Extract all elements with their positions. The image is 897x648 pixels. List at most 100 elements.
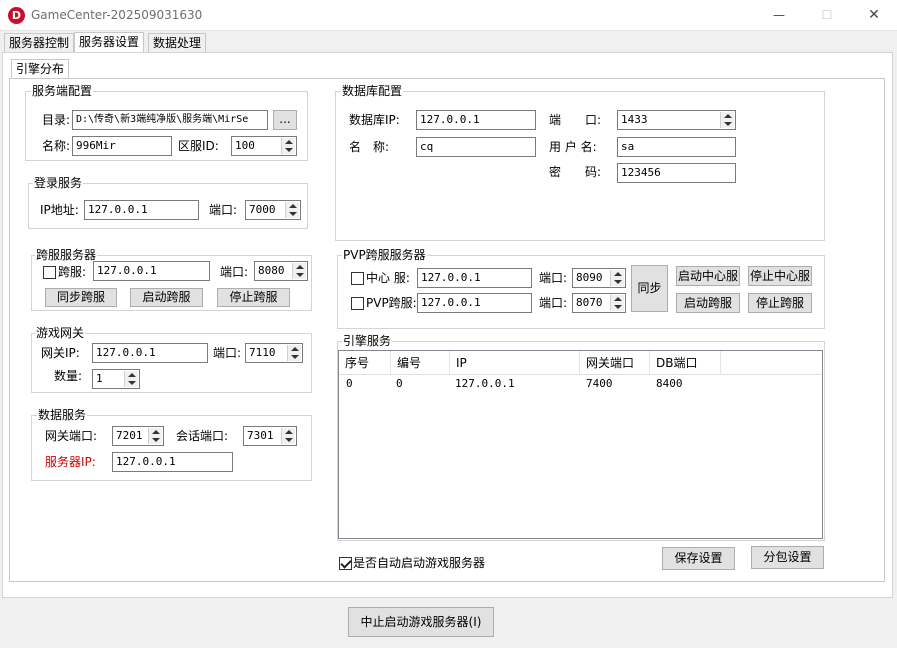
spin-arrows-icon[interactable] — [285, 202, 299, 218]
center-port-label: 端口: — [539, 271, 568, 285]
gateway-port-spinner[interactable]: 7110 — [245, 343, 303, 363]
cross-port-spinner[interactable]: 8080 — [254, 261, 308, 281]
spin-arrows-icon[interactable] — [610, 270, 624, 286]
col-header-index[interactable]: 序号 — [339, 351, 391, 375]
pvp-sync-button[interactable]: 同步 — [631, 265, 668, 312]
col-header-ip[interactable]: IP — [450, 351, 580, 375]
center-server-ip-input[interactable]: 127.0.0.1 — [417, 268, 532, 288]
tab-server-settings[interactable]: 服务器设置 — [74, 32, 145, 53]
db-user-label: 用 户 名: — [549, 140, 597, 154]
minimize-icon[interactable]: — — [766, 4, 792, 26]
save-settings-button[interactable]: 保存设置 — [662, 547, 735, 570]
login-ip-label: IP地址: — [40, 203, 79, 217]
spin-arrows-icon[interactable] — [720, 112, 734, 128]
name-label: 名称: — [42, 139, 71, 153]
gw-port-spinner[interactable]: 7201 — [112, 426, 164, 446]
db-port-spinner[interactable]: 1433 — [617, 110, 736, 130]
gateway-ip-input[interactable]: 127.0.0.1 — [92, 343, 208, 363]
gateway-count-spinner[interactable]: 1 — [92, 369, 140, 389]
login-ip-input[interactable]: 127.0.0.1 — [84, 200, 199, 220]
server-config-legend: 服务端配置 — [31, 84, 94, 98]
zone-id-spinner[interactable]: 100 — [231, 136, 297, 156]
spin-arrows-icon[interactable] — [281, 428, 295, 444]
login-port-spinner[interactable]: 7000 — [245, 200, 301, 220]
window-title: GameCenter-202509031630 — [31, 8, 203, 22]
db-user-input[interactable]: sa — [617, 137, 736, 157]
pvp-cross-checkbox[interactable] — [351, 297, 364, 310]
spin-arrows-icon[interactable] — [124, 371, 138, 387]
db-password-input[interactable]: 123456 — [617, 163, 736, 183]
engine-list-view[interactable]: 序号 编号 IP 网关端口 DB端口 0 0 127.0.0.1 7400 84… — [338, 350, 823, 539]
login-port-label: 端口: — [209, 203, 238, 217]
cross-server-legend: 跨服服务器 — [35, 248, 98, 262]
maximize-icon[interactable]: ☐ — [814, 4, 840, 26]
zone-id-value: 100 — [235, 139, 255, 152]
db-port-value: 1433 — [621, 113, 648, 126]
db-name-label: 名 称: — [349, 140, 390, 154]
col-header-gateway-port[interactable]: 网关端口 — [580, 351, 650, 375]
pvp-port-value: 8070 — [576, 296, 603, 309]
gateway-count-value: 1 — [96, 372, 103, 385]
dir-label: 目录: — [42, 113, 71, 127]
subtab-engine-distribution[interactable]: 引擎分布 — [11, 59, 70, 79]
close-icon[interactable]: ✕ — [861, 4, 887, 26]
start-pvp-cross-button[interactable]: 启动跨服 — [676, 293, 740, 313]
start-cross-button[interactable]: 启动跨服 — [130, 288, 203, 307]
db-ip-input[interactable]: 127.0.0.1 — [416, 110, 536, 130]
col-header-db-port[interactable]: DB端口 — [650, 351, 721, 375]
cell-gateway-port: 7400 — [586, 377, 613, 390]
browse-button[interactable]: ... — [273, 110, 297, 130]
gw-port-label: 网关端口: — [45, 429, 98, 443]
session-port-value: 7301 — [247, 429, 274, 442]
gw-port-value: 7201 — [116, 429, 143, 442]
spin-arrows-icon[interactable] — [281, 138, 295, 154]
dir-input[interactable]: D:\传奇\新3端纯净版\服务端\MirSe — [72, 110, 268, 130]
center-port-spinner[interactable]: 8090 — [572, 268, 626, 288]
cross-port-label: 端口: — [220, 265, 249, 279]
stop-center-button[interactable]: 停止中心服 — [748, 266, 812, 286]
cell-index: 0 — [346, 377, 353, 390]
col-header-number[interactable]: 编号 — [391, 351, 450, 375]
cross-port-value: 8080 — [258, 264, 285, 277]
pvp-port-label: 端口: — [539, 296, 568, 310]
db-ip-label: 数据库IP: — [349, 113, 400, 127]
spin-arrows-icon[interactable] — [148, 428, 162, 444]
server-ip-input[interactable]: 127.0.0.1 — [112, 452, 233, 472]
tab-server-control[interactable]: 服务器控制 — [4, 33, 75, 53]
pvp-port-spinner[interactable]: 8070 — [572, 293, 626, 313]
name-input[interactable]: 996Mir — [72, 136, 172, 156]
pvp-server-legend: PVP跨服服务器 — [342, 248, 427, 262]
stop-pvp-cross-button[interactable]: 停止跨服 — [748, 293, 812, 313]
database-config-legend: 数据库配置 — [341, 84, 404, 98]
stop-cross-button[interactable]: 停止跨服 — [217, 288, 290, 307]
center-server-checkbox[interactable] — [351, 272, 364, 285]
db-port-label: 端 口: — [549, 113, 602, 127]
spin-arrows-icon[interactable] — [292, 263, 306, 279]
gateway-ip-label: 网关IP: — [41, 346, 80, 360]
list-header: 序号 编号 IP 网关端口 DB端口 — [339, 351, 822, 375]
table-row[interactable]: 0 0 127.0.0.1 7400 8400 — [339, 376, 822, 392]
engine-service-legend: 引擎服务 — [342, 334, 393, 348]
start-center-button[interactable]: 启动中心服 — [676, 266, 740, 286]
autostart-label: 是否自动启动游戏服务器 — [353, 556, 486, 570]
gateway-port-value: 7110 — [249, 346, 276, 359]
login-service-legend: 登录服务 — [33, 176, 84, 190]
session-port-spinner[interactable]: 7301 — [243, 426, 297, 446]
cell-number: 0 — [396, 377, 403, 390]
game-gateway-legend: 游戏网关 — [35, 326, 86, 340]
sync-cross-button[interactable]: 同步跨服 — [45, 288, 117, 307]
pvp-cross-ip-input[interactable]: 127.0.0.1 — [417, 293, 532, 313]
package-settings-button[interactable]: 分包设置 — [751, 546, 824, 569]
cell-db-port: 8400 — [656, 377, 683, 390]
autostart-checkbox[interactable] — [339, 557, 352, 570]
data-service-legend: 数据服务 — [37, 408, 88, 422]
spin-arrows-icon[interactable] — [610, 295, 624, 311]
cross-server-checkbox[interactable] — [43, 266, 56, 279]
tab-data-processing[interactable]: 数据处理 — [148, 33, 207, 53]
spin-arrows-icon[interactable] — [287, 345, 301, 361]
db-name-input[interactable]: cq — [416, 137, 536, 157]
stop-start-server-button[interactable]: 中止启动游戏服务器(I) — [348, 607, 494, 637]
app-logo-icon: D — [8, 7, 25, 24]
cross-server-ip-input[interactable]: 127.0.0.1 — [93, 261, 210, 281]
gateway-count-label: 数量: — [54, 369, 83, 383]
